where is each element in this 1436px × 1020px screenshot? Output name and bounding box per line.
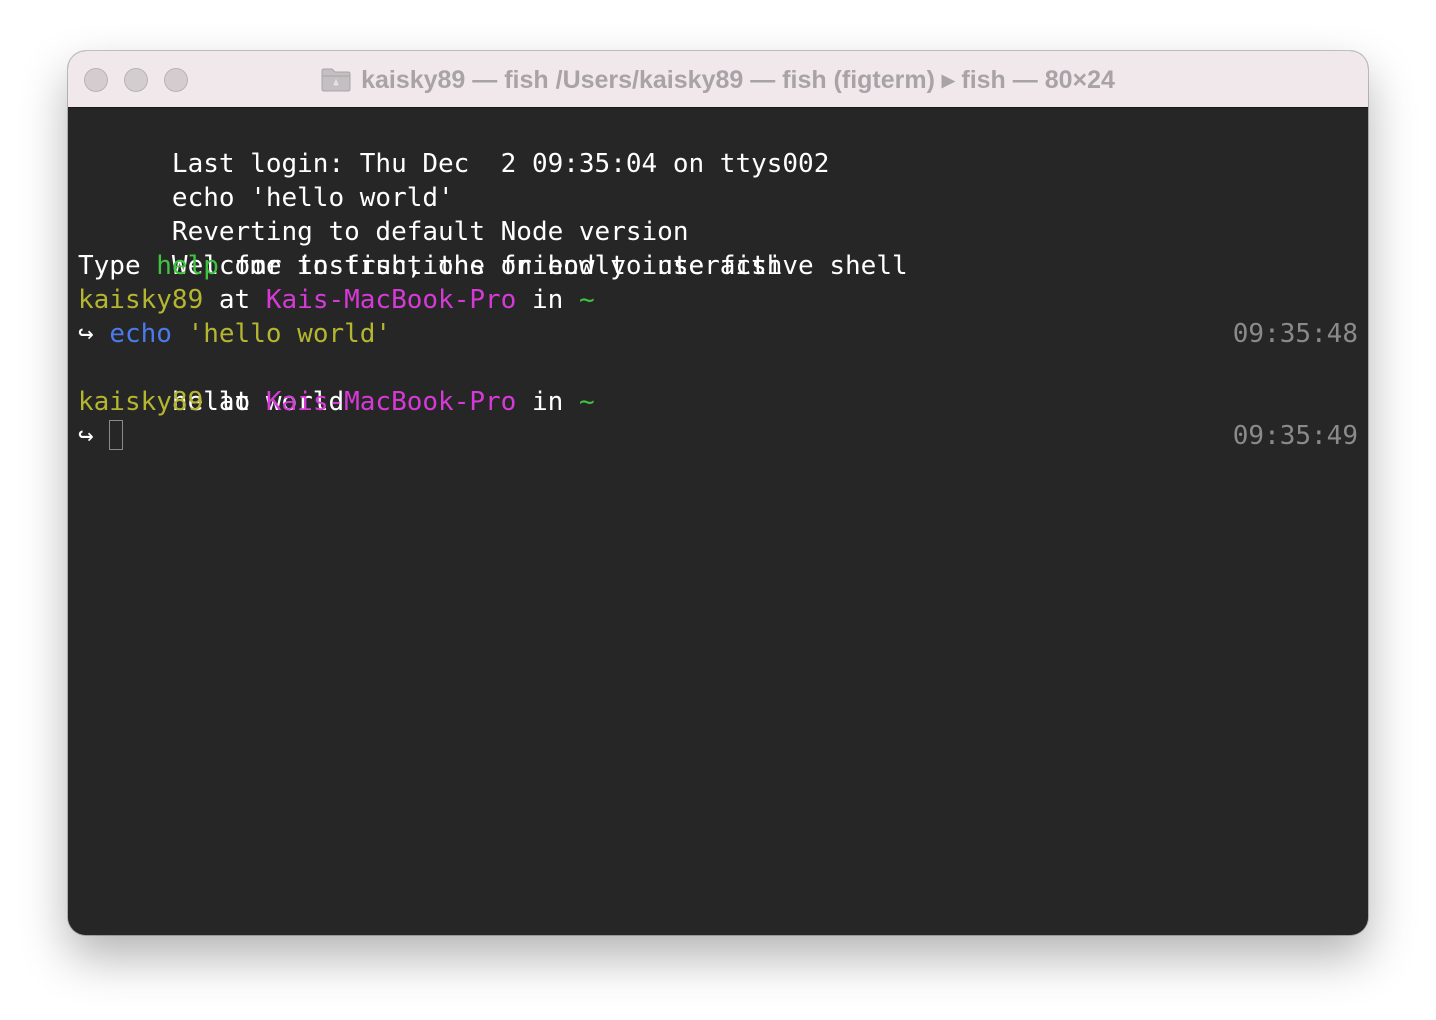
prompt-at: at [203, 387, 266, 417]
prompt-dir: ~ [578, 387, 595, 417]
last-login-line: Last login: Thu Dec 2 09:35:04 on ttys00… [78, 113, 1358, 179]
terminal-window: kaisky89 — fish /Users/kaisky89 — fish (… [68, 51, 1368, 935]
folder-icon [321, 68, 351, 92]
prompt-arrow-icon: ↪ [78, 319, 94, 349]
title-bar[interactable]: kaisky89 — fish /Users/kaisky89 — fish (… [68, 51, 1368, 108]
window-title-area: kaisky89 — fish /Users/kaisky89 — fish (… [68, 51, 1368, 108]
output-line: hello world [78, 351, 1358, 417]
window-title: kaisky89 — fish /Users/kaisky89 — fish (… [361, 65, 1115, 94]
command-line-1: ↪ echo 'hello world' 09:35:48 [78, 317, 1358, 351]
prompt-in: in [516, 285, 579, 315]
prompt-host: Kais-MacBook-Pro [265, 285, 517, 315]
prompt-user: kaisky89 [78, 387, 204, 417]
prompt-line-2: kaisky89 at Kais-MacBook-Pro in ~ [78, 385, 1358, 419]
type-help-line: Type help for instructions on how to use… [78, 249, 1358, 283]
prompt-at: at [203, 285, 266, 315]
terminal-content[interactable]: Last login: Thu Dec 2 09:35:04 on ttys00… [68, 109, 1368, 935]
command-argument: 'hello world' [187, 319, 392, 349]
reverting-line: Reverting to default Node version [78, 181, 1358, 247]
command-timestamp: 09:35:49 [1232, 421, 1358, 451]
help-keyword: help [156, 251, 219, 281]
command-name: echo [109, 319, 172, 349]
text-cursor[interactable] [109, 419, 124, 450]
prompt-arrow-icon: ↪ [78, 421, 94, 451]
prompt-in: in [516, 387, 579, 417]
prompt-user: kaisky89 [78, 285, 204, 315]
prompt-line-1: kaisky89 at Kais-MacBook-Pro in ~ [78, 283, 1358, 317]
prompt-dir: ~ [578, 285, 595, 315]
prompt-host: Kais-MacBook-Pro [265, 387, 517, 417]
command-line-2[interactable]: ↪ 09:35:49 [78, 419, 1358, 453]
welcome-line: Welcome to fish, the friendly interactiv… [78, 215, 1358, 281]
type-help-post: for instructions on how to use fish [218, 251, 783, 281]
command-timestamp: 09:35:48 [1232, 319, 1358, 349]
echo-line: echo 'hello world' [78, 147, 1358, 213]
type-help-pre: Type [78, 251, 157, 281]
